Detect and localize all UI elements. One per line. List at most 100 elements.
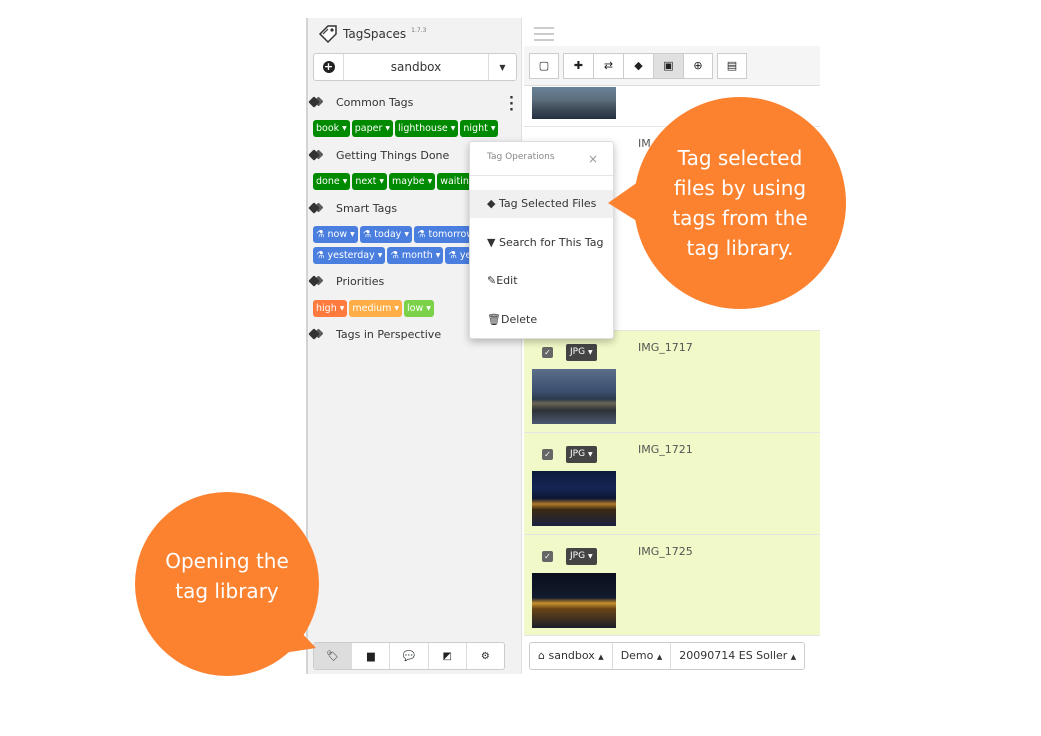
flask-icon: ⚗ (362, 229, 372, 240)
menu-item-edit[interactable]: ✎Edit (470, 267, 613, 295)
tag-button[interactable]: maybe ▼ (389, 173, 436, 190)
breadcrumb-label: sandbox (548, 649, 595, 662)
tag-label: done (316, 176, 340, 187)
file-extension-badge[interactable]: JPG ▼ (566, 344, 597, 361)
perspective-switch-button[interactable]: ▤ (717, 52, 747, 79)
tag-button[interactable]: high ▼ (313, 300, 348, 317)
caret-up-icon: ▲ (790, 653, 797, 661)
file-row[interactable]: ✓ JPG ▼ IMG_1717 (524, 331, 820, 433)
tag-button[interactable]: paper ▼ (351, 120, 394, 137)
folder-icon: ▆ (366, 650, 375, 662)
file-name: IMG_1721 (638, 443, 693, 456)
breadcrumb-label: Demo (620, 649, 654, 662)
caret-down-icon: ▼ (342, 125, 347, 132)
tag-group-common[interactable]: Common Tags (310, 94, 413, 110)
tag-row-gtd: done▼ next▼ maybe▼ waiting▼ (313, 173, 471, 190)
select-all-button[interactable]: ▢ (529, 52, 559, 79)
menu-item-search-tag[interactable]: ▼ Search for This Tag (470, 229, 613, 257)
tag-group-priorities[interactable]: Priorities (310, 273, 384, 289)
tag-button[interactable]: book ▼ (313, 120, 350, 137)
tags-icon (310, 276, 324, 286)
smart-tag-button[interactable]: ⚗year▼ (445, 247, 471, 264)
file-extension: JPG (570, 347, 586, 357)
breadcrumb-folder[interactable]: Demo ▲ (613, 643, 672, 669)
smart-tag-button[interactable]: ⚗ now ▼ (313, 226, 358, 243)
add-location-button[interactable]: + (314, 54, 344, 80)
chat-button[interactable]: 💬 (390, 643, 429, 669)
perspective-toolbar: ▢ ✚ ⇄ ◆ ▣ ⊕ ▤ (524, 46, 820, 86)
tags-icon (310, 329, 324, 339)
menu-item-delete[interactable]: 🗑Delete (470, 306, 613, 334)
tag-files-button[interactable]: ◆ (623, 52, 653, 79)
menu-divider (470, 175, 613, 176)
tag-group-smart[interactable]: Smart Tags (310, 200, 397, 216)
caret-down-icon: ▼ (450, 125, 456, 132)
breadcrumb-location[interactable]: ⌂ sandbox ▲ (530, 643, 613, 669)
file-checkbox[interactable]: ✓ (542, 551, 553, 562)
file-checkbox[interactable]: ✓ (542, 449, 553, 460)
left-panel-switcher: 🏷 ▆ 💬 ◩ ⚙ (313, 642, 505, 670)
tag-button[interactable]: waiting▼ (437, 173, 471, 190)
tag-row-smart-1: ⚗now▼ ⚗today▼ ⚗tomorrow▼ (313, 226, 471, 243)
smart-tag-button[interactable]: ⚗tomorrow▼ (413, 226, 471, 243)
comments-icon: 💬 (402, 650, 416, 662)
tag-row-smart-2: ⚗yesterday▼ ⚗month▼ ⚗year▼ (313, 247, 471, 264)
callout-open-library: Opening the tag library (135, 492, 319, 676)
folders-button[interactable]: ▆ (352, 643, 391, 669)
smart-tag-button[interactable]: ⚗ yesterday ▼ (313, 247, 386, 264)
reload-button[interactable]: ⇄ (593, 52, 623, 79)
caret-down-icon: ▼ (587, 349, 593, 356)
tag-group-menu-icon[interactable]: · · · (509, 92, 514, 117)
file-thumbnail (532, 369, 616, 424)
caret-up-icon: ▲ (656, 653, 663, 661)
filter-icon: ▼ (487, 236, 496, 249)
breadcrumb-folder[interactable]: 20090714 ES Soller ▲ (671, 643, 804, 669)
tag-button[interactable]: medium ▼ (349, 300, 403, 317)
checkbox-icon: ▢ (538, 59, 550, 72)
file-checkbox[interactable]: ✓ (542, 347, 553, 358)
tag-button[interactable]: lighthouse ▼ (395, 120, 459, 137)
menu-item-tag-selected-files[interactable]: ◆ Tag Selected Files (470, 190, 613, 218)
app-brand: TagSpaces 1.7.3 (318, 23, 426, 45)
tag-label: maybe (392, 176, 425, 187)
thumbnails-button[interactable]: ▣ (653, 52, 683, 79)
home-icon: ⌂ (538, 649, 545, 662)
external-link-icon: ◩ (442, 650, 452, 662)
file-extension-badge[interactable]: JPG ▼ (566, 548, 597, 565)
flask-icon: ⚗ (390, 250, 399, 261)
caret-down-icon: ▼ (490, 125, 496, 132)
tag-label: yesterday (327, 250, 375, 261)
caret-down-icon: ▼ (404, 231, 409, 238)
file-row[interactable]: ✓ JPG ▼ IMG_1721 (524, 433, 820, 535)
tag-label: book (316, 123, 340, 134)
file-extension-badge[interactable]: JPG ▼ (566, 446, 597, 463)
tag-group-gtd[interactable]: Getting Things Done (310, 147, 449, 163)
tag-button[interactable]: done ▼ (313, 173, 351, 190)
smart-tag-button[interactable]: ⚗ month ▼ (387, 247, 444, 264)
menu-item-label: Edit (496, 274, 518, 287)
menu-item-label: Tag Selected Files (498, 197, 597, 210)
hamburger-menu-icon[interactable] (534, 27, 554, 45)
tag-button[interactable]: next ▼ (352, 173, 388, 190)
create-file-button[interactable]: ✚ (563, 52, 593, 79)
tag-group-perspective[interactable]: Tags in Perspective (310, 326, 441, 342)
tag-label: lighthouse (398, 123, 448, 134)
location-name[interactable]: sandbox (344, 54, 488, 80)
zoom-button[interactable]: ⊕ (683, 52, 713, 79)
flask-icon: ⚗ (316, 250, 325, 261)
tag-button[interactable]: low ▼ (404, 300, 434, 317)
settings-button[interactable]: ⚙ (467, 643, 504, 669)
tag-label: paper (354, 123, 383, 134)
tags-icon (310, 203, 324, 213)
plus-circle-icon: + (322, 60, 335, 73)
close-icon[interactable]: × (588, 152, 598, 166)
location-dropdown-button[interactable]: ▼ (488, 54, 516, 80)
external-link-button[interactable]: ◩ (429, 643, 467, 669)
tag-icon: ◆ (634, 59, 643, 72)
tag-label: night (463, 123, 488, 134)
location-selector: + sandbox ▼ (313, 53, 517, 81)
smart-tag-button[interactable]: ⚗ today ▼ (359, 226, 412, 243)
file-row[interactable]: ✓ JPG ▼ IMG_1725 (524, 535, 820, 636)
tag-button[interactable]: night ▼ (460, 120, 499, 137)
callout-tag-selected: Tag selected files by using tags from th… (634, 97, 846, 309)
